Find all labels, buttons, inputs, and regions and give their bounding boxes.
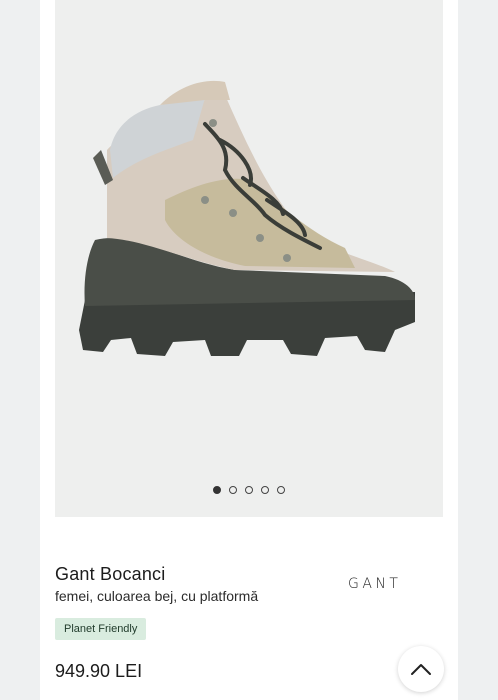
product-gallery[interactable]: [55, 0, 443, 517]
product-title[interactable]: Gant Bocanci: [55, 564, 165, 585]
product-subtitle: femei, culoarea bej, cu platformă: [55, 588, 259, 604]
product-price: 949.90 LEI: [55, 661, 143, 681]
boot-image: [79, 80, 416, 356]
gallery-dot-5[interactable]: [277, 486, 285, 494]
gallery-dot-2[interactable]: [229, 486, 237, 494]
chevron-up-icon: [411, 664, 431, 675]
gallery-dot-1[interactable]: [213, 486, 221, 494]
gallery-dot-4[interactable]: [261, 486, 269, 494]
gallery-dot-3[interactable]: [245, 486, 253, 494]
scroll-top-button[interactable]: [398, 646, 444, 692]
gallery-pagination: [55, 486, 443, 494]
planet-friendly-badge: Planet Friendly: [55, 618, 147, 640]
brand-logo[interactable]: GANT: [348, 576, 401, 592]
